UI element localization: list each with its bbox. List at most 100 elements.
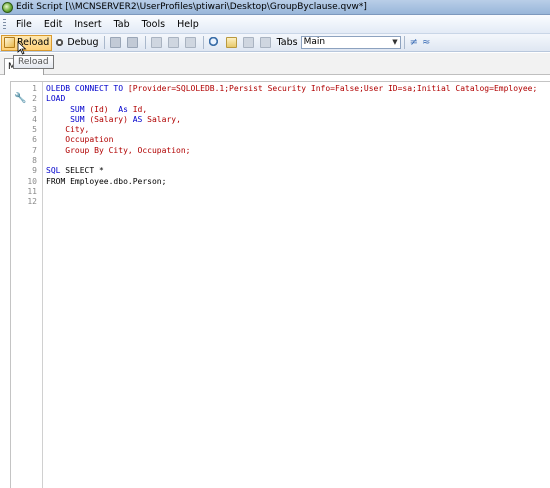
tabs-dropdown[interactable]: Main ▼ [300, 36, 401, 49]
line-number: 2 [32, 94, 37, 104]
code-line[interactable]: 1 OLEDB CONNECT TO [Provider=SQLOLEDB.1;P… [11, 84, 550, 94]
toolbar: Reload Debug Tabs Main ▼ ≠ ≈ [0, 34, 550, 52]
save-icon [109, 37, 121, 48]
code-text: Occupation [41, 135, 113, 145]
menu-grip-handle[interactable] [3, 18, 6, 30]
toolbar-separator [202, 36, 204, 49]
folder-icon [225, 37, 237, 48]
code-token: City, [65, 125, 90, 135]
code-token: LOAD [46, 94, 66, 104]
code-line[interactable]: 12 [11, 197, 550, 207]
code-text: SUM (Id) As Id, [41, 105, 147, 115]
code-token: FROM Employee.dbo.Person; [46, 176, 167, 186]
code-line[interactable]: 3 SUM (Id) As Id, [11, 105, 550, 115]
code-lines: 1 OLEDB CONNECT TO [Provider=SQLOLEDB.1;P… [11, 84, 550, 208]
code-line[interactable]: 5 City, [11, 125, 550, 135]
menu-help[interactable]: Help [171, 15, 205, 34]
save-button[interactable] [108, 35, 125, 51]
debug-button[interactable]: Debug [52, 35, 100, 51]
line-number: 5 [32, 125, 37, 135]
code-token: [Provider=SQLOLEDB.1;Persist Security In… [127, 84, 538, 93]
script-editor[interactable]: 🔧 1 OLEDB CONNECT TO [Provider=SQLOLEDB.1… [10, 81, 550, 488]
line-number: 9 [32, 166, 37, 176]
tabs-label: Tabs [276, 37, 298, 48]
tab-left-button[interactable] [241, 35, 258, 51]
code-line[interactable]: 2 LOAD [11, 94, 550, 104]
menu-edit[interactable]: Edit [38, 15, 68, 34]
code-line[interactable]: 7 Group By City, Occupation; [11, 146, 550, 156]
spell-check-button[interactable]: ≈ [420, 35, 432, 51]
copy-icon [167, 37, 179, 48]
tabs-dropdown-value: Main [303, 37, 326, 47]
code-line[interactable]: 10 FROM Employee.dbo.Person; [11, 177, 550, 187]
find-button[interactable] [207, 35, 224, 51]
menu-tools[interactable]: Tools [136, 15, 171, 34]
print-icon [126, 37, 138, 48]
code-line[interactable]: 6 Occupation [11, 135, 550, 145]
code-token: Occupation [65, 135, 114, 145]
menu-bar: File Edit Insert Tab Tools Help [0, 15, 550, 34]
debug-icon [54, 37, 66, 48]
code-text: SQL SELECT * [41, 166, 104, 176]
code-text: SUM (Salary) AS Salary, [41, 115, 181, 125]
code-token: AS [132, 114, 148, 124]
code-token: (Id) [89, 104, 119, 114]
line-number: 8 [32, 156, 37, 166]
line-number: 1 [32, 84, 37, 93]
line-number: 10 [27, 176, 37, 186]
menu-insert[interactable]: Insert [68, 15, 107, 34]
chevron-down-icon: ▼ [392, 38, 398, 46]
code-line[interactable]: 11 [11, 187, 550, 197]
spell-check-icon: ≈ [422, 37, 431, 48]
syntax-check-button[interactable]: ≠ [408, 35, 420, 51]
toolbar-separator [103, 36, 105, 49]
code-text: FROM Employee.dbo.Person; [41, 177, 166, 187]
line-number: 11 [27, 186, 37, 196]
line-number: 3 [32, 104, 37, 114]
tab-left-icon [242, 37, 254, 48]
code-token: As [118, 104, 133, 114]
new-tab-button[interactable] [224, 35, 241, 51]
line-number: 6 [32, 135, 37, 145]
toolbar-separator [403, 36, 405, 49]
code-text: LOAD [41, 94, 65, 104]
script-tab-strip: M [0, 53, 550, 75]
code-line[interactable]: 9 SQL SELECT * [11, 166, 550, 176]
code-token: OLEDB CONNECT TO [46, 84, 128, 93]
window-title: Edit Script [\\MCNSERVER2\UserProfiles\p… [16, 2, 367, 12]
code-line[interactable]: 8 [11, 156, 550, 166]
tab-right-icon [259, 37, 271, 48]
print-button[interactable] [125, 35, 142, 51]
cut-button[interactable] [149, 35, 166, 51]
code-text: OLEDB CONNECT TO [Provider=SQLOLEDB.1;Pe… [41, 84, 537, 94]
menu-file[interactable]: File [10, 15, 38, 34]
code-token: SELECT * [65, 166, 104, 176]
copy-button[interactable] [166, 35, 183, 51]
code-token: SUM [70, 104, 90, 114]
line-number: 4 [32, 114, 37, 124]
code-token: (Salary) [89, 114, 133, 124]
reload-icon [4, 37, 15, 48]
code-token: Group By City, Occupation; [65, 145, 191, 155]
mouse-cursor-icon [17, 41, 27, 55]
title-bar: Edit Script [\\MCNSERVER2\UserProfiles\p… [0, 0, 550, 15]
line-number: 7 [32, 145, 37, 155]
paste-button[interactable] [183, 35, 200, 51]
tab-right-button[interactable] [258, 35, 275, 51]
search-icon [208, 37, 220, 48]
menu-tab[interactable]: Tab [108, 15, 136, 34]
code-text: City, [41, 125, 89, 135]
cut-icon [150, 37, 162, 48]
code-text: Group By City, Occupation; [41, 145, 191, 156]
paste-icon [184, 37, 196, 48]
toolbar-separator [144, 36, 146, 49]
code-line[interactable]: 4 SUM (Salary) AS Salary, [11, 115, 550, 125]
